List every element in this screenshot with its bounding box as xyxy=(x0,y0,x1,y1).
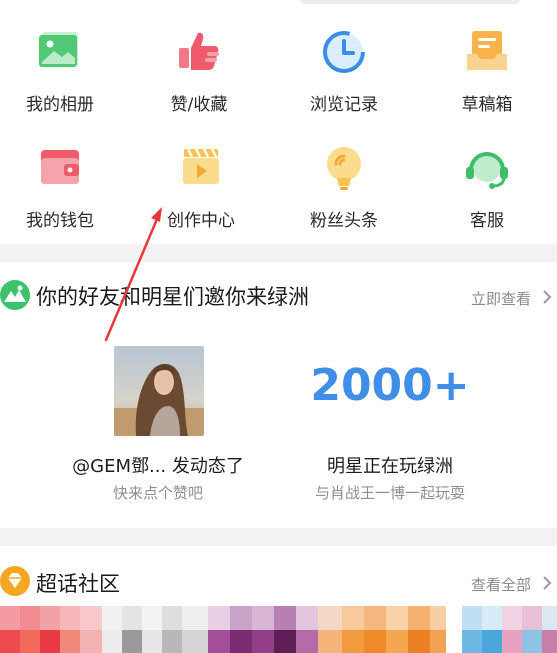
star-playing-hint: 与肖战王一博一起玩耍 xyxy=(314,484,465,502)
shortcut-creation-center[interactable]: 创作中心 xyxy=(136,140,266,240)
shortcut-customer-service[interactable]: 客服 xyxy=(422,140,552,240)
shortcut-label: 我的相册 xyxy=(26,95,94,115)
history-clock-icon xyxy=(323,31,365,73)
drafts-tray-icon xyxy=(467,31,507,70)
shortcut-label: 客服 xyxy=(470,211,504,231)
shortcut-grid: 我的相册 赞/收藏 浏览记录 草稿箱 我的钱包 创作中心 粉丝头条 客服 xyxy=(0,0,557,244)
photo-album-icon xyxy=(39,32,78,67)
chevron-right-icon[interactable] xyxy=(541,289,553,305)
wallet-icon xyxy=(41,150,79,184)
shortcut-label: 我的钱包 xyxy=(26,211,94,231)
shortcut-my-wallet[interactable]: 我的钱包 xyxy=(0,140,125,240)
search-bar-edge xyxy=(300,0,520,4)
shortcut-label: 赞/收藏 xyxy=(170,95,228,115)
oasis-logo-icon xyxy=(0,280,30,310)
customer-service-headset-icon xyxy=(466,152,508,189)
star-playing-title[interactable]: 明星正在玩绿洲 xyxy=(290,452,490,478)
view-all-link[interactable]: 查看全部 xyxy=(471,574,531,595)
shortcut-label: 浏览记录 xyxy=(310,95,378,115)
creation-clapper-icon xyxy=(183,148,219,184)
shortcut-my-album[interactable]: 我的相册 xyxy=(0,24,125,124)
shortcut-drafts[interactable]: 草稿箱 xyxy=(422,24,552,124)
shortcut-label: 创作中心 xyxy=(167,211,235,231)
oasis-invite-title: 你的好友和明星们邀你来绿洲 xyxy=(36,285,309,309)
pixelated-thumbnails xyxy=(0,606,557,653)
shortcut-browse-history[interactable]: 浏览记录 xyxy=(279,24,409,124)
friend-activity-hint: 快来点个赞吧 xyxy=(112,484,203,502)
shortcut-likes-favorites[interactable]: 赞/收藏 xyxy=(134,24,264,124)
thumbs-up-icon xyxy=(179,32,219,70)
friend-activity-name[interactable]: @GEM鄧... 发动态了 xyxy=(42,452,274,478)
profile-page: 我的相册 赞/收藏 浏览记录 草稿箱 我的钱包 创作中心 粉丝头条 客服 你的好… xyxy=(0,0,557,653)
shortcut-label: 粉丝头条 xyxy=(310,211,378,231)
friend-photo xyxy=(114,346,204,436)
shortcut-fans-headline[interactable]: 粉丝头条 xyxy=(279,140,409,240)
oasis-invite-card[interactable]: 你的好友和明星们邀你来绿洲 立即查看 @GEM鄧... 发动态了 快来点个赞吧 … xyxy=(0,262,557,528)
super-topic-diamond-icon xyxy=(0,566,30,596)
chevron-right-icon[interactable] xyxy=(541,575,553,591)
super-topic-title: 超话社区 xyxy=(36,572,120,596)
super-topic-section: 超话社区 查看全部 xyxy=(0,546,557,653)
star-count: 2000+ xyxy=(310,360,470,411)
super-topic-thumbnails-pixelated[interactable] xyxy=(0,606,557,653)
view-now-link[interactable]: 立即查看 xyxy=(471,288,531,309)
fans-headline-bulb-icon xyxy=(327,147,361,190)
shortcut-label: 草稿箱 xyxy=(461,95,513,115)
oasis-invite-header: 你的好友和明星们邀你来绿洲 立即查看 xyxy=(0,262,557,324)
super-topic-header: 超话社区 查看全部 xyxy=(0,546,557,608)
friend-avatar[interactable] xyxy=(114,346,204,436)
